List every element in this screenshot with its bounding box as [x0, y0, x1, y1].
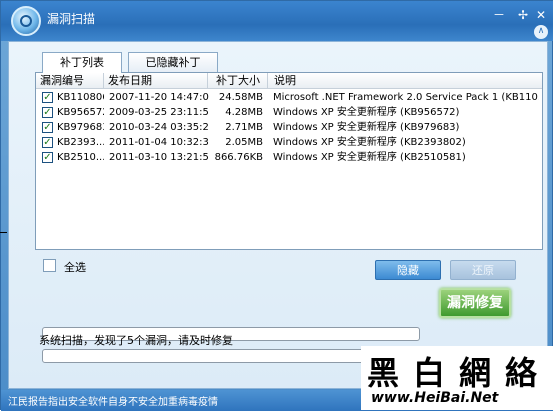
row-size: 2.05MB: [225, 137, 263, 148]
row-id: KB2510...: [57, 152, 104, 163]
row-date: 2009-03-25 23:11:56: [109, 107, 209, 118]
row-description: Windows XP 安全更新程序 (KB2510581): [273, 152, 466, 163]
row-description: Microsoft .NET Framework 2.0 Service Pac…: [273, 92, 539, 103]
hide-button[interactable]: 隐藏: [375, 260, 441, 280]
row-id: KB956572: [57, 107, 104, 118]
minimize-icon[interactable]: －: [492, 8, 506, 22]
table-row[interactable]: ✓ KB2393... 2011-01-04 10:32:35 2.05MB W…: [36, 135, 542, 150]
row-checkbox[interactable]: ✓: [42, 152, 53, 163]
divider-line: [0, 232, 7, 233]
row-id: KB2393...: [57, 137, 104, 148]
row-size: 4.28MB: [225, 107, 263, 118]
close-icon[interactable]: ✕: [534, 8, 548, 22]
title-bar: 漏洞扫描 － ✢ ✕ ∧: [1, 1, 553, 41]
watermark-char: 黑: [367, 354, 400, 392]
collapse-icon[interactable]: ∧: [534, 25, 548, 39]
row-size: 2.71MB: [225, 122, 263, 133]
row-size: 866.76KB: [214, 152, 263, 163]
table-row[interactable]: ✓ KB2510... 2011-03-10 13:21:55 866.76KB…: [36, 150, 542, 165]
watermark-char: 白: [413, 354, 446, 392]
fix-vulnerabilities-button[interactable]: 漏洞修复: [439, 288, 511, 318]
row-checkbox[interactable]: ✓: [42, 137, 53, 148]
tab-hidden-patches[interactable]: 已隐藏补丁: [128, 52, 218, 72]
row-size: 24.58MB: [218, 92, 263, 103]
table-row[interactable]: ✓ KB956572 2009-03-25 23:11:56 4.28MB Wi…: [36, 105, 542, 120]
table-header: 漏洞编号 发布日期 补丁大小 说明: [36, 73, 542, 89]
window-title: 漏洞扫描: [47, 12, 96, 26]
row-checkbox[interactable]: ✓: [42, 122, 53, 133]
column-header-id[interactable]: 漏洞编号: [36, 73, 104, 89]
watermark-logo: 黑 白 網 絡 www.HeiBai.Net: [361, 346, 553, 410]
row-id: KB110806: [57, 92, 104, 103]
column-header-date[interactable]: 发布日期: [104, 73, 208, 89]
row-id: KB979683: [57, 122, 104, 133]
row-date: 2007-11-20 14:47:03: [109, 92, 209, 103]
row-date: 2010-03-24 03:35:29: [109, 122, 209, 133]
row-description: Windows XP 安全更新程序 (KB2393802): [273, 137, 466, 148]
pin-icon[interactable]: ✢: [516, 8, 530, 22]
select-all-label: 全选: [64, 261, 86, 274]
patch-table: 漏洞编号 发布日期 补丁大小 说明 ✓ KB110806 2007-11-20 …: [35, 72, 543, 250]
row-description: Windows XP 安全更新程序 (KB956572): [273, 107, 460, 118]
select-all-checkbox[interactable]: [43, 259, 56, 272]
row-description: Windows XP 安全更新程序 (KB979683): [273, 122, 460, 133]
tab-patch-list[interactable]: 补丁列表: [42, 52, 122, 73]
table-row[interactable]: ✓ KB110806 2007-11-20 14:47:03 24.58MB M…: [36, 90, 542, 105]
row-checkbox[interactable]: ✓: [42, 107, 53, 118]
column-header-description[interactable]: 说明: [268, 73, 542, 89]
row-date: 2011-01-04 10:32:35: [109, 137, 209, 148]
main-panel: 补丁列表 已隐藏补丁 漏洞编号 发布日期 补丁大小 说明 ✓ KB110806 …: [8, 41, 548, 389]
column-header-size[interactable]: 补丁大小: [208, 73, 268, 89]
watermark-url: www.HeiBai.Net: [371, 390, 499, 406]
row-checkbox[interactable]: ✓: [42, 92, 53, 103]
scan-status-text: 系统扫描，发现了5个漏洞，请及时修复: [39, 334, 233, 347]
restore-button[interactable]: 还原: [450, 260, 516, 280]
watermark-char: 絡: [505, 354, 538, 392]
table-row[interactable]: ✓ KB979683 2010-03-24 03:35:29 2.71MB Wi…: [36, 120, 542, 135]
app-logo-icon: [11, 6, 41, 36]
row-date: 2011-03-10 13:21:55: [109, 152, 209, 163]
news-ticker-link[interactable]: 江民报告指出安全软件自身不安全加重病毒疫情: [8, 393, 218, 408]
watermark-char: 網: [459, 354, 492, 392]
